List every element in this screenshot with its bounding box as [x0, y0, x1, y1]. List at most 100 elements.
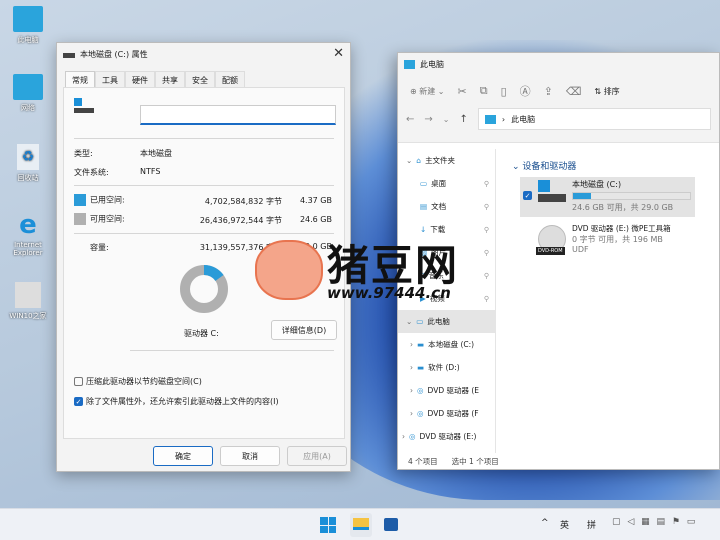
drive-name: 本地磁盘 (C:) [572, 180, 622, 189]
address-bar[interactable]: › 此电脑 [477, 108, 711, 130]
dialog-titlebar: 本地磁盘 (C:) 属性 [57, 43, 350, 65]
rename-icon[interactable]: Ⓐ [520, 83, 531, 99]
taskbar: ^ 英 拼 ▢ ◁ ▦ ▤ ⚑ ▭ [0, 508, 720, 540]
file-explorer-taskbar-icon[interactable] [350, 513, 372, 537]
close-icon[interactable]: ✕ [333, 46, 344, 61]
new-button[interactable]: ⊕ 新建 ⌄ [410, 86, 445, 97]
drive-icon [63, 53, 75, 58]
cancel-button[interactable]: 取消 [220, 446, 280, 466]
desktop-icon-ie[interactable]: e Internet Explorer [4, 212, 52, 257]
ok-button[interactable]: 确定 [153, 446, 213, 466]
drive-filesystem: UDF [572, 245, 589, 254]
chevron-icon[interactable]: ⌄ [406, 317, 412, 326]
pin-icon[interactable]: ⚲ [484, 226, 489, 234]
general-panel: 类型: 本地磁盘 文件系统: NTFS 已用空间: 4,702,584,832 字节 4… [63, 87, 345, 439]
paste-icon[interactable]: ▯ [501, 85, 507, 98]
checkbox[interactable] [74, 377, 83, 386]
volume-label-input[interactable] [140, 105, 336, 125]
chevron-icon[interactable]: ⌄ [406, 156, 412, 165]
pc-icon [484, 114, 496, 124]
desktop-icon-recycle-bin[interactable]: ♻ 回收站 [4, 144, 52, 183]
pin-icon[interactable]: ⚲ [484, 249, 489, 257]
desktop-icon-win10[interactable]: WIN10之家 [4, 282, 52, 321]
pictures-icon: ▨ [420, 248, 428, 257]
nav-item-dvd[interactable]: › ◎ DVD 驱动器 (E [398, 379, 495, 402]
store-icon[interactable] [384, 518, 398, 531]
sort-button[interactable]: ⇅ 排序 [594, 86, 619, 97]
network-icon [13, 74, 43, 100]
forward-icon[interactable]: → [424, 114, 432, 125]
details-button[interactable]: 详细信息(D) [271, 320, 337, 340]
chevron-icon[interactable]: › [410, 386, 413, 395]
downloads-icon: ↓ [420, 225, 427, 234]
drive-icon: ▬ [417, 340, 425, 349]
type-label: 类型: [74, 149, 93, 158]
nav-item-videos[interactable]: ▶ 视频 ⚲ [398, 287, 495, 310]
divider [74, 138, 334, 139]
monitor-icon [13, 6, 43, 32]
recycle-bin-icon: ♻ [17, 144, 39, 170]
section-header[interactable]: ⌄ 设备和驱动器 [512, 159, 576, 172]
back-icon[interactable]: ← [406, 114, 414, 125]
share-icon[interactable]: ⇪ [544, 85, 553, 98]
up-icon[interactable]: ↑ [459, 114, 467, 125]
file-explorer-window: 此电脑 ⊕ 新建 ⌄ ✂ ⧉ ▯ Ⓐ ⇪ ⌫ ⇅ 排序 ← → ⌄ ↑ › 此电脑 ⌄ ⌂… [397, 52, 720, 470]
pin-icon[interactable]: ⚲ [484, 203, 489, 211]
pin-icon[interactable]: ⚲ [484, 272, 489, 280]
disk-usage-donut [180, 265, 228, 313]
divider [74, 233, 334, 234]
nav-item-music[interactable]: ♪ 音乐 ⚲ [398, 264, 495, 287]
nav-item-downloads[interactable]: ↓ 下载 ⚲ [398, 218, 495, 241]
navigation-pane: ⌄ ⌂ 主文件夹 ▭ 桌面 ⚲ ▤ 文档 ⚲ ↓ 下载 ⚲ ▨ 图片 ⚲ ♪ 音乐 ⚲ ▶ 视频 ⚲ ⌄ ▭ 此电脑 › ▬ 本地磁… [398, 149, 496, 455]
home-icon: ⌂ [416, 156, 422, 165]
chevron-icon[interactable]: › [410, 409, 413, 418]
explorer-titlebar: 此电脑 [398, 53, 719, 75]
chevron-icon[interactable]: › [410, 340, 413, 349]
apply-button[interactable]: 应用(A) [287, 446, 347, 466]
internet-explorer-icon: e [19, 210, 37, 240]
drive-item-dvd-e[interactable]: DVD-ROM DVD 驱动器 (E:) 微PE工具箱 0 字节 可用，共 19… [520, 221, 695, 265]
chevron-icon[interactable]: › [410, 363, 413, 372]
nav-item-dvd[interactable]: › ◎ DVD 驱动器 (E:) [398, 425, 495, 448]
checkbox-checked[interactable]: ✓ [523, 191, 532, 200]
nav-item-drive[interactable]: › ▬ 软件 (D:) [398, 356, 495, 379]
ime-mode[interactable]: 拼 [587, 518, 596, 531]
nav-item-documents[interactable]: ▤ 文档 ⚲ [398, 195, 495, 218]
tray-chevron-icon[interactable]: ^ [541, 518, 549, 528]
recent-chevron-icon[interactable]: ⌄ [443, 115, 450, 124]
desktop-icon-this-pc[interactable]: 此电脑 [4, 6, 52, 45]
drive-item-c[interactable]: ✓ 本地磁盘 (C:) 24.6 GB 可用，共 29.0 GB [520, 177, 695, 217]
drive-icon: ▬ [417, 363, 425, 372]
checkbox-checked[interactable]: ✓ [74, 397, 83, 406]
tray-icons[interactable]: ▢ ◁ ▦ ▤ ⚑ ▭ [612, 517, 697, 527]
delete-icon[interactable]: ⌫ [566, 85, 582, 98]
nav-item-home[interactable]: ⌄ ⌂ 主文件夹 [398, 149, 495, 172]
nav-item-pc[interactable]: ⌄ ▭ 此电脑 [398, 310, 495, 333]
nav-item-dvd[interactable]: › ◎ DVD 驱动器 (F [398, 402, 495, 425]
chevron-icon[interactable]: › [402, 432, 405, 441]
nav-item-pictures[interactable]: ▨ 图片 ⚲ [398, 241, 495, 264]
divider [74, 185, 334, 186]
nav-item-drive[interactable]: › ▬ 本地磁盘 (C:) [398, 333, 495, 356]
pc-icon: ▭ [416, 317, 424, 326]
nav-item-desktop[interactable]: ▭ 桌面 ⚲ [398, 172, 495, 195]
copy-icon[interactable]: ⧉ [480, 84, 488, 98]
index-checkbox[interactable]: ✓ 除了文件属性外，还允许索引此驱动器上文件的内容(I) [74, 396, 334, 407]
navigation-bar: ← → ⌄ ↑ › 此电脑 [398, 107, 719, 131]
capacity-bytes: 31,139,557,376 字节 [199, 243, 282, 252]
compress-checkbox[interactable]: 压缩此驱动器以节约磁盘空间(C) [74, 376, 334, 387]
used-space-label: 已用空间: [90, 195, 125, 205]
desktop-icon: ▭ [420, 179, 428, 188]
documents-icon: ▤ [420, 202, 428, 211]
pin-icon[interactable]: ⚲ [484, 295, 489, 303]
explorer-title: 此电脑 [420, 59, 444, 69]
desktop-icon-network[interactable]: 网络 [4, 74, 52, 113]
pin-icon[interactable]: ⚲ [484, 180, 489, 188]
pc-icon [404, 59, 415, 69]
free-space-size: 24.6 GB [299, 215, 332, 224]
cut-icon[interactable]: ✂ [458, 85, 467, 98]
drive-usage-bar [572, 192, 691, 200]
windows-drive-icon [538, 180, 566, 202]
ime-language[interactable]: 英 [560, 518, 569, 531]
start-button[interactable] [320, 517, 336, 533]
